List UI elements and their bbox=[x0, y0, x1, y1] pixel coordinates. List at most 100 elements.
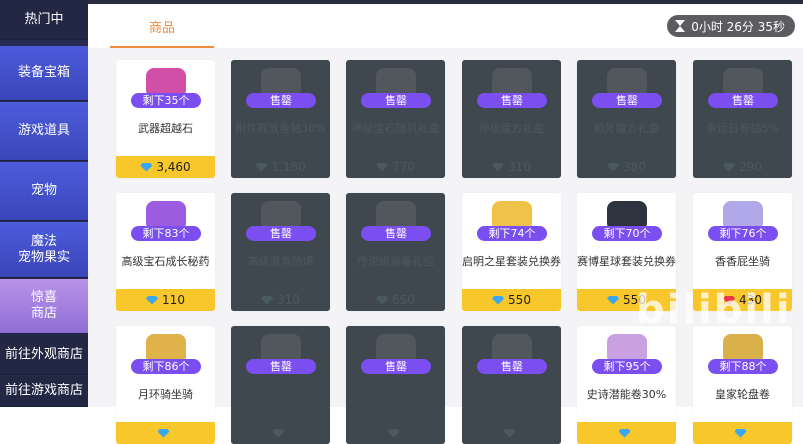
product-price: 3,460 bbox=[156, 160, 191, 174]
stock-badge: 售罄 bbox=[246, 226, 316, 241]
price-bar: 310 bbox=[231, 289, 330, 311]
product-name: 史诗潜能卷30% bbox=[586, 388, 667, 401]
timer-text: 0小时 26分 35秒 bbox=[691, 19, 785, 34]
sidebar-item-hot[interactable]: 热门中 bbox=[0, 0, 88, 40]
stock-badge: 售罄 bbox=[361, 226, 431, 241]
product-card[interactable]: 剩下74个 启明之星套装兑换券 550 bbox=[462, 193, 561, 311]
product-price: 310 bbox=[508, 160, 531, 174]
product-card[interactable]: 剩下35个 武器超越石 3,460 bbox=[116, 60, 215, 178]
price-bar bbox=[577, 422, 676, 444]
sidebar-item-equipment-box[interactable]: 装备宝箱 bbox=[0, 46, 88, 101]
stock-badge: 售罄 bbox=[361, 93, 431, 108]
stock-badge: 售罄 bbox=[246, 359, 316, 374]
product-price: 770 bbox=[392, 160, 415, 174]
price-bar: 770 bbox=[346, 156, 445, 178]
gem-icon bbox=[261, 295, 274, 305]
sidebar-item-label: 惊喜 商店 bbox=[30, 290, 57, 321]
gem-icon bbox=[492, 162, 505, 172]
gem-icon bbox=[618, 428, 631, 438]
sidebar-item-pets[interactable]: 宠物 bbox=[0, 162, 88, 221]
product-name: 神级魔方礼盒 bbox=[478, 122, 545, 135]
stock-badge: 售罄 bbox=[477, 359, 547, 374]
price-bar bbox=[462, 422, 561, 444]
product-card[interactable]: 售罄 幸运日卷轴5% 290 bbox=[693, 60, 792, 178]
stock-badge: 剩下83个 bbox=[131, 226, 201, 241]
gem-icon bbox=[607, 295, 620, 305]
tab-products[interactable]: 商品 bbox=[110, 4, 214, 48]
stock-badge: 剩下86个 bbox=[131, 359, 201, 374]
gem-icon bbox=[492, 295, 505, 305]
price-bar: 1,180 bbox=[231, 156, 330, 178]
sidebar-item-label: 前往外观商店 bbox=[4, 346, 83, 362]
product-card[interactable]: 售罄 bbox=[231, 326, 330, 444]
stock-badge: 售罄 bbox=[246, 93, 316, 108]
product-card[interactable]: 售罄 bbox=[462, 326, 561, 444]
stock-badge: 售罄 bbox=[361, 359, 431, 374]
gem-icon bbox=[723, 162, 736, 172]
product-card[interactable]: 剩下88个皇家轮盘卷 bbox=[693, 326, 792, 444]
product-name: 神秘宝石随机礼盒 bbox=[351, 122, 440, 135]
countdown-timer: 0小时 26分 35秒 bbox=[667, 15, 795, 37]
gem-icon bbox=[387, 428, 400, 438]
sidebar-item-goto-game-shop[interactable]: 前往游戏商店 bbox=[0, 376, 88, 407]
product-card[interactable]: 售罄传说级装备礼包 650 bbox=[346, 193, 445, 311]
gem-icon bbox=[607, 162, 620, 172]
price-bar bbox=[346, 422, 445, 444]
stock-badge: 剩下88个 bbox=[708, 359, 778, 374]
product-card[interactable]: 售罄 神级魔方礼盒 310 bbox=[462, 60, 561, 178]
stock-badge: 剩下95个 bbox=[592, 359, 662, 374]
price-bar: 3,460 bbox=[116, 156, 215, 178]
gem-icon bbox=[140, 162, 153, 172]
price-bar bbox=[693, 422, 792, 444]
gem-icon bbox=[376, 162, 389, 172]
product-card[interactable]: 售罄附件释放卷轴30% 1,180 bbox=[231, 60, 330, 178]
product-price: 290 bbox=[739, 160, 762, 174]
sidebar-item-goto-appearance-shop[interactable]: 前往外观商店 bbox=[0, 335, 88, 375]
product-price: 310 bbox=[277, 293, 300, 307]
product-price: 1,180 bbox=[271, 160, 306, 174]
sidebar-item-label: 热门中 bbox=[24, 11, 64, 27]
product-price: 650 bbox=[392, 293, 415, 307]
product-price: 110 bbox=[162, 293, 185, 307]
product-name: 启明之星套装兑换券 bbox=[462, 255, 561, 268]
product-name: 月环骑坐骑 bbox=[138, 388, 193, 401]
sidebar-item-label: 游戏道具 bbox=[17, 123, 70, 138]
product-name: 高级道具防爆 bbox=[247, 255, 314, 268]
product-name: 高级宝石成长秘药 bbox=[121, 255, 210, 268]
product-name: 皇家轮盘卷 bbox=[715, 388, 770, 401]
product-card[interactable]: 剩下83个高级宝石成长秘药 110 bbox=[116, 193, 215, 311]
gem-icon bbox=[376, 295, 389, 305]
sidebar-item-magic-pet-fruit[interactable]: 魔法 宠物果实 bbox=[0, 222, 88, 278]
product-card[interactable]: 售罄 额外魔方礼盒 380 bbox=[577, 60, 676, 178]
product-card[interactable]: 售罄高级道具防爆 310 bbox=[231, 193, 330, 311]
product-name: 传说级装备礼包 bbox=[357, 255, 434, 268]
price-bar: 550 bbox=[462, 289, 561, 311]
product-name: 武器超越石 bbox=[138, 122, 193, 135]
stock-badge: 剩下76个 bbox=[708, 226, 778, 241]
price-bar: 650 bbox=[346, 289, 445, 311]
price-bar: 310 bbox=[462, 156, 561, 178]
price-bar: 110 bbox=[116, 289, 215, 311]
sidebar: 热门中 装备宝箱 游戏道具 宠物 魔法 宠物果实 惊喜 商店 前往外观商店 前往… bbox=[0, 0, 88, 407]
product-price: 550 bbox=[508, 293, 531, 307]
price-bar bbox=[116, 422, 215, 444]
gem-icon bbox=[272, 428, 285, 438]
product-name: 香香屁坐骑 bbox=[715, 255, 770, 268]
tab-active-indicator bbox=[110, 46, 214, 48]
price-bar: 290 bbox=[693, 156, 792, 178]
sidebar-item-label: 装备宝箱 bbox=[17, 65, 70, 80]
product-card[interactable]: 售罄神秘宝石随机礼盒 770 bbox=[346, 60, 445, 178]
stock-badge: 售罄 bbox=[708, 93, 778, 108]
product-name: 额外魔方礼盒 bbox=[593, 122, 660, 135]
gem-icon bbox=[503, 428, 516, 438]
product-card[interactable]: 剩下95个史诗潜能卷30% bbox=[577, 326, 676, 444]
product-card[interactable]: 售罄 bbox=[346, 326, 445, 444]
price-bar: 380 bbox=[577, 156, 676, 178]
sidebar-item-label: 宠物 bbox=[30, 183, 57, 198]
product-name: 附件释放卷轴30% bbox=[235, 122, 326, 135]
product-card[interactable]: 剩下86个月环骑坐骑 bbox=[116, 326, 215, 444]
product-name: 赛博星球套装兑换券 bbox=[577, 255, 676, 268]
sidebar-item-game-items[interactable]: 游戏道具 bbox=[0, 102, 88, 161]
sidebar-item-surprise-shop[interactable]: 惊喜 商店 bbox=[0, 279, 88, 334]
tab-bar: 商品 0小时 26分 35秒 bbox=[88, 4, 803, 48]
